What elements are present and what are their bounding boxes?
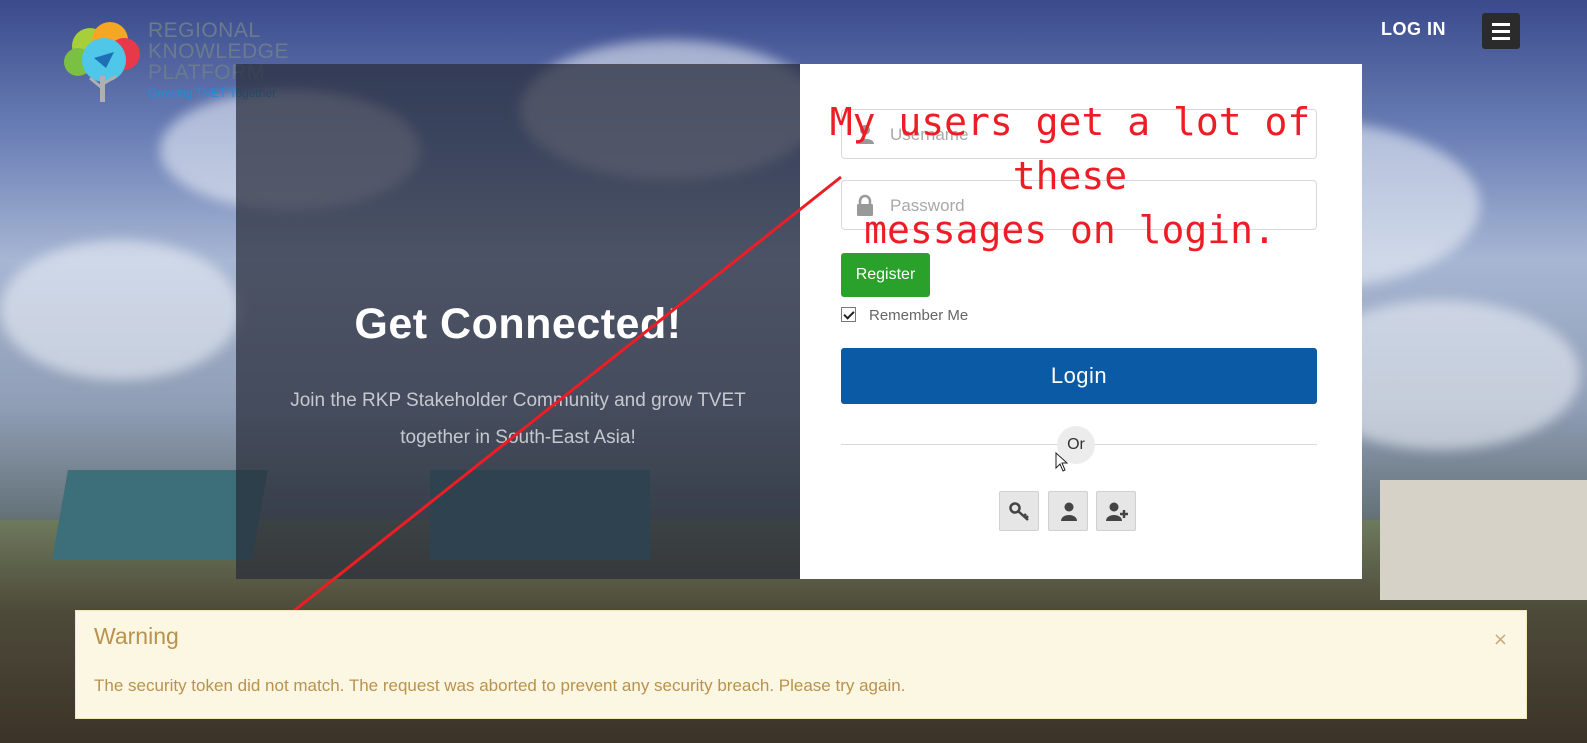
key-icon xyxy=(1009,502,1029,521)
hero-panel: Get Connected! Join the RKP Stakeholder … xyxy=(236,64,800,579)
user-icon xyxy=(1061,502,1077,521)
warning-alert: Warning The security token did not match… xyxy=(75,610,1527,719)
register-button[interactable]: Register xyxy=(841,253,930,297)
forgot-password-button[interactable] xyxy=(999,491,1039,531)
login-button[interactable]: Login xyxy=(841,348,1317,404)
annotation-text: My users get a lot of these messages on … xyxy=(829,100,1311,252)
hero-subtitle: Join the RKP Stakeholder Community and g… xyxy=(290,390,746,448)
tree-logo-icon xyxy=(64,22,140,102)
remember-me-checkbox[interactable] xyxy=(841,307,856,322)
remember-me-label: Remember Me xyxy=(869,307,969,324)
mouse-cursor-icon xyxy=(1055,452,1069,472)
user-plus-icon xyxy=(1106,502,1128,521)
forgot-username-button[interactable] xyxy=(1048,491,1088,531)
alert-message: The security token did not match. The re… xyxy=(94,676,906,695)
menu-button[interactable] xyxy=(1482,13,1520,49)
alert-title: Warning xyxy=(94,623,179,649)
header-login-link[interactable]: LOG IN xyxy=(1381,19,1446,40)
create-account-button[interactable] xyxy=(1096,491,1136,531)
hero-title: Get Connected! xyxy=(354,300,682,348)
close-icon[interactable]: × xyxy=(1493,629,1508,650)
